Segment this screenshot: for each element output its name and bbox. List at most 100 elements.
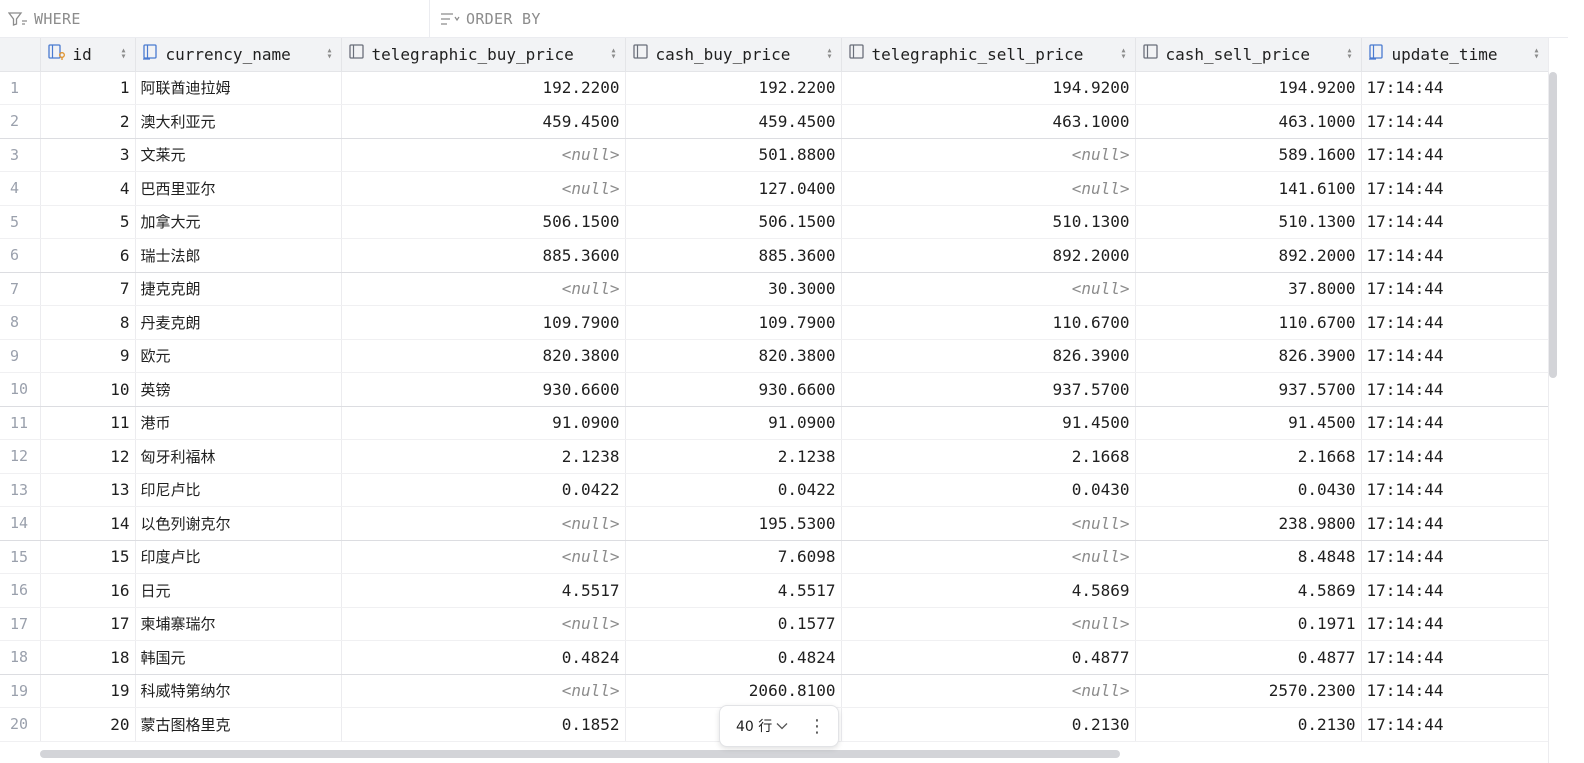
cell-currency-name[interactable]: 韩国元 <box>135 640 342 675</box>
cell-id[interactable]: 12 <box>40 439 136 474</box>
cell-telegraphic-buy-price[interactable]: <null> <box>341 171 626 206</box>
cell-cash-sell-price[interactable]: 141.6100 <box>1135 171 1362 206</box>
cell-update-time[interactable]: 17:14:44 <box>1361 406 1549 440</box>
cell-id[interactable]: 11 <box>40 406 136 440</box>
cell-cash-buy-price[interactable]: 195.5300 <box>625 506 842 541</box>
cell-telegraphic-buy-price[interactable]: 930.6600 <box>341 372 626 407</box>
cell-telegraphic-sell-price[interactable]: 510.1300 <box>841 205 1136 239</box>
cell-telegraphic-sell-price[interactable]: 937.5700 <box>841 372 1136 407</box>
cell-telegraphic-sell-price[interactable]: 2.1668 <box>841 439 1136 474</box>
cell-id[interactable]: 19 <box>40 674 136 708</box>
sort-toggle-icon[interactable]: ▴ ▾ <box>1119 46 1129 62</box>
cell-currency-name[interactable]: 蒙古图格里克 <box>135 707 342 742</box>
cell-telegraphic-sell-price[interactable]: 91.4500 <box>841 406 1136 440</box>
cell-telegraphic-buy-price[interactable]: <null> <box>341 506 626 541</box>
cell-update-time[interactable]: 17:14:44 <box>1361 71 1549 105</box>
cell-cash-buy-price[interactable]: 0.0422 <box>625 473 842 507</box>
cell-telegraphic-sell-price[interactable]: 4.5869 <box>841 573 1136 608</box>
cell-cash-sell-price[interactable]: 91.4500 <box>1135 406 1362 440</box>
cell-cash-buy-price[interactable]: 30.3000 <box>625 272 842 306</box>
cell-currency-name[interactable]: 印度卢比 <box>135 540 342 574</box>
table-row[interactable]: 1 1 阿联酋迪拉姆 192.2200 192.2200 194.9200 194.9200… <box>0 71 1549 105</box>
cell-cash-buy-price[interactable]: 0.4824 <box>625 640 842 675</box>
cell-id[interactable]: 4 <box>40 171 136 206</box>
cell-cash-sell-price[interactable]: 510.1300 <box>1135 205 1362 239</box>
cell-cash-buy-price[interactable]: 930.6600 <box>625 372 842 407</box>
cell-update-time[interactable]: 17:14:44 <box>1361 506 1549 541</box>
cell-cash-buy-price[interactable]: 4.5517 <box>625 573 842 608</box>
cell-currency-name[interactable]: 阿联酋迪拉姆 <box>135 71 342 105</box>
cell-id[interactable]: 18 <box>40 640 136 675</box>
cell-cash-sell-price[interactable]: 463.1000 <box>1135 104 1362 139</box>
cell-id[interactable]: 5 <box>40 205 136 239</box>
cell-telegraphic-sell-price[interactable]: 0.2130 <box>841 707 1136 742</box>
cell-update-time[interactable]: 17:14:44 <box>1361 305 1549 340</box>
cell-currency-name[interactable]: 港币 <box>135 406 342 440</box>
cell-cash-sell-price[interactable]: 826.3900 <box>1135 339 1362 373</box>
cell-telegraphic-buy-price[interactable]: 91.0900 <box>341 406 626 440</box>
cell-update-time[interactable]: 17:14:44 <box>1361 473 1549 507</box>
table-row[interactable]: 8 8 丹麦克朗 109.7900 109.7900 110.6700 110.6700 17… <box>0 305 1549 340</box>
cell-update-time[interactable]: 17:14:44 <box>1361 707 1549 742</box>
cell-telegraphic-buy-price[interactable]: 2.1238 <box>341 439 626 474</box>
cell-cash-buy-price[interactable]: 820.3800 <box>625 339 842 373</box>
cell-cash-sell-price[interactable]: 0.2130 <box>1135 707 1362 742</box>
vertical-scrollbar-thumb[interactable] <box>1549 72 1557 378</box>
cell-id[interactable]: 13 <box>40 473 136 507</box>
cell-telegraphic-sell-price[interactable]: 0.4877 <box>841 640 1136 675</box>
cell-cash-sell-price[interactable]: 0.1971 <box>1135 607 1362 641</box>
cell-telegraphic-buy-price[interactable]: <null> <box>341 272 626 306</box>
horizontal-scrollbar-thumb[interactable] <box>40 750 1120 758</box>
cell-cash-buy-price[interactable]: 127.0400 <box>625 171 842 206</box>
cell-cash-sell-price[interactable]: 8.4848 <box>1135 540 1362 574</box>
cell-cash-buy-price[interactable]: 459.4500 <box>625 104 842 139</box>
cell-update-time[interactable]: 17:14:44 <box>1361 205 1549 239</box>
cell-telegraphic-sell-price[interactable]: 892.2000 <box>841 238 1136 273</box>
cell-id[interactable]: 20 <box>40 707 136 742</box>
table-row[interactable]: 6 6 瑞士法郎 885.3600 885.3600 892.2000 892.2000 17… <box>0 238 1549 273</box>
cell-telegraphic-buy-price[interactable]: 4.5517 <box>341 573 626 608</box>
cell-telegraphic-buy-price[interactable]: 885.3600 <box>341 238 626 273</box>
cell-telegraphic-sell-price[interactable]: 0.0430 <box>841 473 1136 507</box>
cell-telegraphic-buy-price[interactable]: <null> <box>341 607 626 641</box>
table-row[interactable]: 4 4 巴西里亚尔 <null> 127.0400 <null> 141.6100 17:14… <box>0 171 1549 206</box>
table-row[interactable]: 12 12 匈牙利福林 2.1238 2.1238 2.1668 2.1668 17:14:4… <box>0 439 1549 474</box>
cell-update-time[interactable]: 17:14:44 <box>1361 439 1549 474</box>
cell-currency-name[interactable]: 以色列谢克尔 <box>135 506 342 541</box>
cell-update-time[interactable]: 17:14:44 <box>1361 272 1549 306</box>
cell-cash-buy-price[interactable]: 109.7900 <box>625 305 842 340</box>
cell-update-time[interactable]: 17:14:44 <box>1361 138 1549 172</box>
more-options-icon[interactable]: ⋮ <box>808 716 826 737</box>
cell-cash-buy-price[interactable]: 2060.8100 <box>625 674 842 708</box>
table-row[interactable]: 19 19 科威特第纳尔 <null> 2060.8100 <null> 2570.2300… <box>0 674 1549 708</box>
cell-cash-sell-price[interactable]: 0.0430 <box>1135 473 1362 507</box>
cell-telegraphic-sell-price[interactable]: 194.9200 <box>841 71 1136 105</box>
cell-currency-name[interactable]: 瑞士法郎 <box>135 238 342 273</box>
cell-currency-name[interactable]: 柬埔寨瑞尔 <box>135 607 342 641</box>
cell-id[interactable]: 17 <box>40 607 136 641</box>
cell-cash-buy-price[interactable]: 2.1238 <box>625 439 842 474</box>
cell-telegraphic-buy-price[interactable]: 459.4500 <box>341 104 626 139</box>
table-row[interactable]: 15 15 印度卢比 <null> 7.6098 <null> 8.4848 17:14:44 <box>0 540 1549 574</box>
cell-cash-sell-price[interactable]: 2.1668 <box>1135 439 1362 474</box>
row-count-dropdown[interactable]: 40 行 <box>736 716 788 736</box>
where-filter-input[interactable]: WHERE <box>0 0 430 38</box>
cell-id[interactable]: 15 <box>40 540 136 574</box>
cell-telegraphic-sell-price[interactable]: <null> <box>841 674 1136 708</box>
cell-id[interactable]: 3 <box>40 138 136 172</box>
cell-update-time[interactable]: 17:14:44 <box>1361 372 1549 407</box>
order-by-input[interactable]: ORDER BY <box>430 0 1568 38</box>
table-row[interactable]: 2 2 澳大利亚元 459.4500 459.4500 463.1000 463.1000 1… <box>0 104 1549 139</box>
cell-telegraphic-sell-price[interactable]: 110.6700 <box>841 305 1136 340</box>
cell-currency-name[interactable]: 巴西里亚尔 <box>135 171 342 206</box>
cell-cash-buy-price[interactable]: 506.1500 <box>625 205 842 239</box>
cell-currency-name[interactable]: 英镑 <box>135 372 342 407</box>
column-header-telegraphic-buy-price[interactable]: telegraphic_buy_price ▴ ▾ <box>341 38 626 72</box>
cell-currency-name[interactable]: 丹麦克朗 <box>135 305 342 340</box>
cell-cash-sell-price[interactable]: 238.9800 <box>1135 506 1362 541</box>
cell-id[interactable]: 14 <box>40 506 136 541</box>
cell-telegraphic-buy-price[interactable]: 506.1500 <box>341 205 626 239</box>
sort-toggle-icon[interactable]: ▴ ▾ <box>825 46 835 62</box>
cell-update-time[interactable]: 17:14:44 <box>1361 573 1549 608</box>
cell-telegraphic-buy-price[interactable]: 0.1852 <box>341 707 626 742</box>
